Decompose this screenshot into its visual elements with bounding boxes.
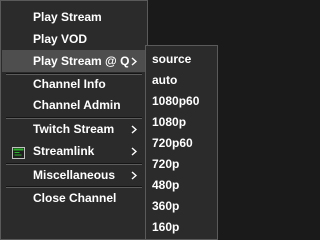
menu-item-label: Close Channel [33,191,117,205]
submenu-item-1080p60[interactable]: 1080p60 [147,90,216,112]
menu-item-label: Channel Info [33,77,106,91]
submenu-item-source[interactable]: source [147,48,216,70]
menu-item-label: Play VOD [33,32,88,46]
submenu-item-720p60[interactable]: 720p60 [147,132,216,154]
submenu-item-480p[interactable]: 480p [147,174,216,196]
menu-item-close-channel[interactable]: Close Channel [2,187,146,209]
submenu-item-auto[interactable]: auto [147,69,216,91]
terminal-icon [12,144,25,159]
submenu-item-label: 160p [152,220,180,234]
menu-item-play-stream[interactable]: Play Stream [2,6,146,28]
context-menu: Play Stream Play VOD Play Stream @ Q Cha… [0,0,148,240]
menu-item-label: Play Stream @ Q [33,54,130,68]
menu-item-miscellaneous[interactable]: Miscellaneous [2,164,146,186]
menu-item-label: Channel Admin [33,98,121,112]
submenu-item-label: 1080p [152,115,187,129]
menu-item-label: Play Stream [33,10,102,24]
menu-item-channel-admin[interactable]: Channel Admin [2,94,146,116]
submenu-arrow-icon [130,50,138,72]
menu-item-twitch-stream[interactable]: Twitch Stream [2,118,146,140]
submenu-arrow-icon [130,140,138,162]
menu-item-label: Twitch Stream [33,122,115,136]
submenu-item-label: auto [152,73,178,87]
submenu-item-label: 1080p60 [152,94,200,108]
submenu-arrow-icon [130,164,138,186]
submenu-item-360p[interactable]: 360p [147,195,216,217]
menu-item-label: Miscellaneous [33,168,116,182]
submenu-item-label: 720p [152,157,180,171]
submenu-arrow-icon [130,118,138,140]
quality-submenu: source auto 1080p60 1080p 720p60 720p 48… [145,45,218,240]
submenu-item-160p[interactable]: 160p [147,216,216,238]
submenu-item-label: source [152,52,192,66]
submenu-item-label: 480p [152,178,180,192]
submenu-item-label: 360p [152,199,180,213]
submenu-item-label: 720p60 [152,136,193,150]
submenu-item-1080p[interactable]: 1080p [147,111,216,133]
menu-item-streamlink[interactable]: Streamlink [2,140,146,162]
menu-item-play-stream-quality[interactable]: Play Stream @ Q [2,50,146,72]
menu-item-play-vod[interactable]: Play VOD [2,28,146,50]
menu-item-channel-info[interactable]: Channel Info [2,73,146,95]
submenu-item-720p[interactable]: 720p [147,153,216,175]
menu-item-label: Streamlink [33,144,95,158]
